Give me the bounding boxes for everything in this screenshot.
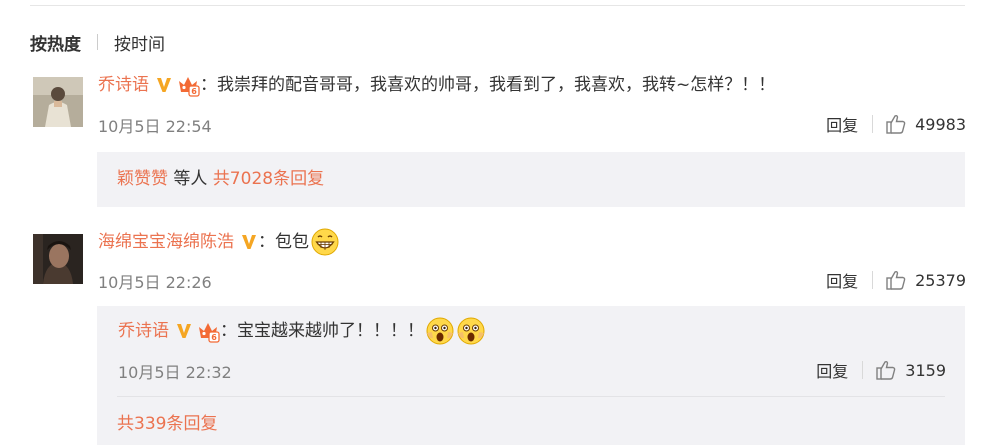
verified-v-icon: [155, 76, 173, 94]
reply-time: 10月5日 22:32: [118, 363, 232, 382]
comment-text: ：我崇拜的配音哥哥，我喜欢的帅哥，我看到了，我喜欢，我转~怎样？！！: [200, 75, 776, 95]
username[interactable]: 乔诗语: [118, 319, 169, 343]
comment-line: 乔诗语 6 ：我崇拜的配音哥哥，我喜欢的帅哥，我看到了，我喜欢，我转~怎样？！！: [98, 73, 775, 97]
comment-time: 10月5日 22:54: [98, 117, 212, 136]
liker-name[interactable]: 颖赞赞: [117, 167, 168, 191]
like-button[interactable]: 3159: [875, 359, 946, 381]
nested-reply-divider: [117, 396, 945, 397]
like-button[interactable]: 25379: [885, 269, 966, 291]
actions-separator: [872, 271, 874, 289]
thumbs-up-icon: [886, 114, 906, 134]
crown-member-icon: 6: [196, 319, 220, 343]
sort-by-hot-tab[interactable]: 按热度: [30, 30, 81, 55]
reply-text: ：宝宝越来越帅了！！！！: [220, 321, 424, 341]
reply-button[interactable]: 回复: [826, 268, 858, 292]
verified-v-icon: [240, 233, 258, 251]
avatar[interactable]: [33, 77, 83, 127]
actions-separator: [872, 115, 874, 133]
username[interactable]: 乔诗语: [98, 73, 149, 97]
comment-actions: 回复 25379: [826, 268, 966, 292]
grin-emoji-icon: [310, 227, 340, 257]
reply-button[interactable]: 回复: [826, 112, 858, 136]
scream-emoji-icon: [425, 316, 455, 346]
like-count: 49983: [915, 114, 966, 134]
nested-reply-line: 乔诗语 6 ：宝宝越来越帅了！！！！: [118, 316, 486, 346]
view-replies-link[interactable]: 共7028条回复: [213, 167, 324, 191]
svg-text:6: 6: [191, 87, 197, 96]
reply-summary: 共339条回复: [117, 412, 217, 436]
like-count: 25379: [915, 270, 966, 290]
top-divider: [30, 5, 965, 6]
sort-by-time-tab[interactable]: 按时间: [114, 30, 165, 55]
verified-v-icon: [175, 322, 193, 340]
avatar[interactable]: [33, 234, 83, 284]
comment-text: ：包包: [258, 232, 309, 252]
reply-actions: 回复 3159: [816, 358, 946, 382]
sort-separator: [97, 34, 98, 50]
svg-text:6: 6: [211, 333, 217, 342]
like-button[interactable]: 49983: [885, 113, 966, 135]
comment-actions: 回复 49983: [826, 112, 966, 136]
reply-button[interactable]: 回复: [816, 358, 848, 382]
thumbs-up-icon: [876, 360, 896, 380]
crown-member-icon: 6: [176, 73, 200, 97]
comment-time: 10月5日 22:26: [98, 273, 212, 292]
scream-emoji-icon: [456, 316, 486, 346]
view-replies-link[interactable]: 共339条回复: [117, 412, 217, 436]
actions-separator: [862, 361, 864, 379]
like-count: 3159: [905, 360, 946, 380]
liker-suffix: 等人: [168, 169, 213, 189]
username[interactable]: 海绵宝宝海绵陈浩: [98, 230, 234, 254]
comment-line: 海绵宝宝海绵陈浩 ：包包: [98, 227, 340, 257]
reply-summary: 颖赞赞 等人 共7028条回复: [117, 167, 324, 191]
thumbs-up-icon: [886, 270, 906, 290]
sort-tabs: 按热度 按时间: [30, 30, 165, 55]
